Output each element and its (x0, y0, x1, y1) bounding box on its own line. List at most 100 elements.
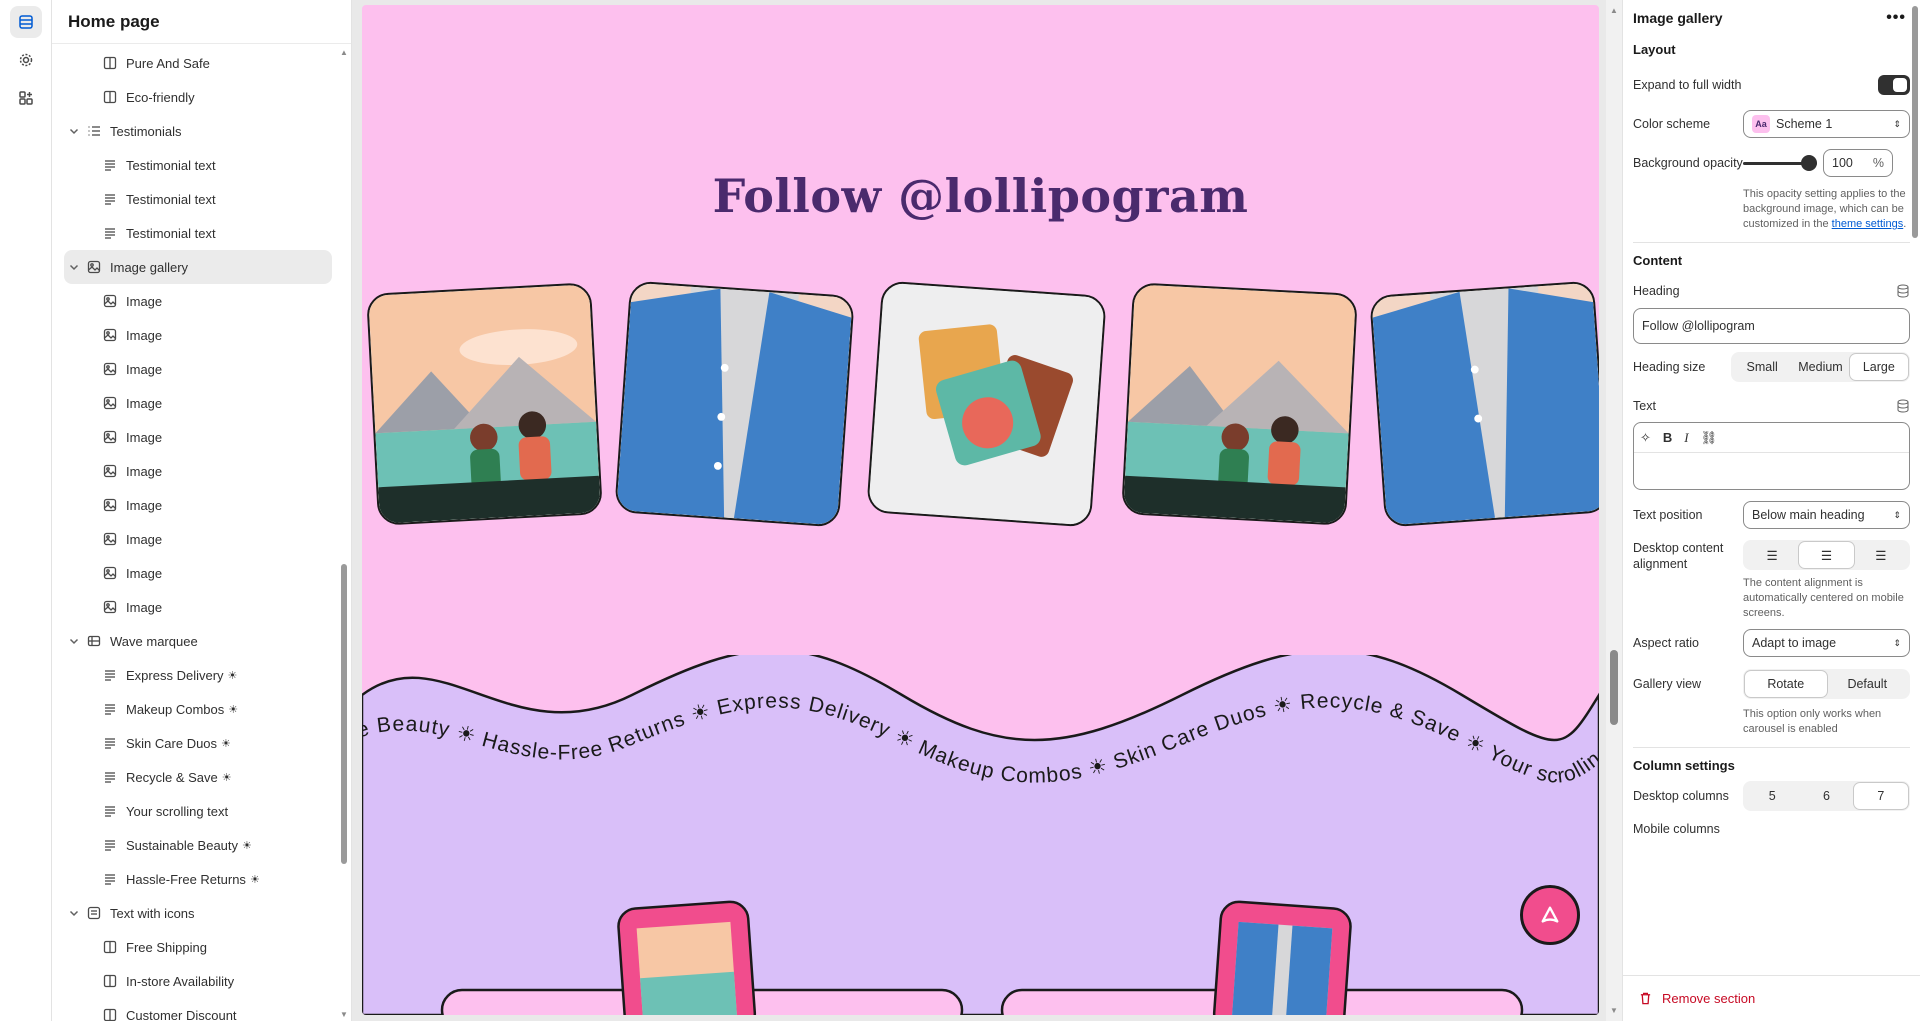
sidebar-block[interactable]: Image (52, 522, 340, 556)
alignment-help: The content alignment is automatically c… (1743, 577, 1904, 619)
gallery-image[interactable] (614, 280, 855, 528)
aspect-ratio-select[interactable]: Adapt to image ⇕ (1743, 629, 1910, 657)
sidebar-section[interactable]: Image gallery (64, 250, 332, 284)
text-icon (102, 191, 118, 207)
sidebar-block[interactable]: Testimonial text (52, 182, 340, 216)
theme-settings-link[interactable]: theme settings (1832, 218, 1904, 230)
sidebar-block[interactable]: Hassle-Free Returns ☀ (52, 862, 340, 896)
more-actions-icon[interactable]: ••• (1886, 9, 1906, 27)
preview-scroll-thumb[interactable] (1610, 650, 1618, 725)
sidebar-block[interactable]: Image (52, 420, 340, 454)
sidebar-block[interactable]: Image (52, 386, 340, 420)
text-icon (102, 803, 118, 819)
sidebar-block[interactable]: Skin Care Duos ☀ (52, 726, 340, 760)
sidebar-block[interactable]: Image (52, 556, 340, 590)
sidebar-scrollbar[interactable]: ▲ ▼ (339, 46, 349, 1021)
bg-opacity-input[interactable]: 100 % (1823, 149, 1893, 177)
image-icon (102, 429, 118, 445)
sidebar-section[interactable]: Text with icons (52, 896, 340, 930)
chevron-down-icon[interactable] (66, 905, 82, 921)
sidebar-item-label: Wave marquee (110, 633, 198, 649)
preview-canvas[interactable]: Follow @lollipogram Beauty ☀ Hassle-Free… (362, 5, 1599, 1015)
column-icon (102, 973, 118, 989)
gallery-view-option[interactable]: Default (1827, 671, 1909, 697)
gallery-image[interactable] (1121, 282, 1358, 526)
app-rail (0, 0, 52, 1021)
sidebar-section[interactable]: Wave marquee (52, 624, 340, 658)
slider-knob[interactable] (1801, 155, 1817, 171)
dynamic-source-icon[interactable] (1896, 284, 1910, 298)
sidebar-item-label: Image (126, 565, 163, 581)
sidebar-scroll-thumb[interactable] (341, 564, 347, 864)
desktop-columns-option[interactable]: 7 (1853, 783, 1908, 809)
sidebar-block[interactable]: Eco-friendly (52, 80, 340, 114)
preview-scrollbar[interactable]: ▲ ▼ (1606, 0, 1622, 1021)
back-to-top-button[interactable] (1520, 885, 1580, 945)
chevron-down-icon[interactable] (66, 259, 82, 275)
sidebar-block[interactable]: Pure And Safe (52, 46, 340, 80)
heading-size-segmented: Small Medium Large (1731, 352, 1910, 382)
text-position-select[interactable]: Below main heading ⇕ (1743, 501, 1910, 529)
color-scheme-select[interactable]: Aa Scheme 1 ⇕ (1743, 110, 1910, 138)
sidebar-block[interactable]: Free Shipping (52, 930, 340, 964)
sidebar-block[interactable]: Express Delivery ☀ (52, 658, 340, 692)
marquee-icon (86, 633, 102, 649)
align-right-icon[interactable]: ☰ (1854, 542, 1908, 568)
align-center-icon[interactable]: ☰ (1799, 542, 1854, 568)
scroll-up-arrow-icon[interactable]: ▲ (340, 48, 348, 57)
gallery-image[interactable] (366, 282, 603, 526)
sidebar-block[interactable]: Testimonial text (52, 148, 340, 182)
desktop-columns-option[interactable]: 6 (1799, 783, 1853, 809)
link-icon[interactable]: ⛓ (1701, 430, 1718, 446)
scroll-up-arrow-icon[interactable]: ▲ (1610, 6, 1618, 15)
sections-icon[interactable] (10, 6, 42, 38)
sparkle-icon: ☀ (221, 771, 232, 784)
gallery-view-help: This option only works when carousel is … (1743, 708, 1882, 735)
sidebar-block[interactable]: Image (52, 352, 340, 386)
bold-icon[interactable]: B (1663, 430, 1672, 445)
bg-opacity-slider[interactable] (1743, 154, 1817, 172)
sidebar-block[interactable]: Sustainable Beauty ☀ (52, 828, 340, 862)
sidebar-block[interactable]: Image (52, 284, 340, 318)
settings-scrollbar[interactable] (1910, 0, 1920, 980)
sidebar-section[interactable]: Testimonials (52, 114, 340, 148)
sidebar-block[interactable]: Makeup Combos ☀ (52, 692, 340, 726)
gallery-image[interactable] (866, 280, 1107, 528)
heading-size-option[interactable]: Medium (1791, 354, 1849, 380)
scroll-down-arrow-icon[interactable]: ▼ (340, 1010, 348, 1019)
dynamic-source-icon[interactable] (1896, 399, 1910, 413)
sidebar-block[interactable]: Image (52, 454, 340, 488)
chevron-down-icon[interactable] (66, 633, 82, 649)
text-editor[interactable]: ✧ B I ⛓ (1633, 422, 1910, 490)
sidebar-block[interactable]: Image (52, 488, 340, 522)
desktop-columns-option[interactable]: 5 (1745, 783, 1799, 809)
sparkle-icon: ☀ (249, 873, 260, 886)
sidebar-block[interactable]: Testimonial text (52, 216, 340, 250)
apps-icon[interactable] (10, 82, 42, 114)
gallery-heading[interactable]: Follow @lollipogram (362, 169, 1599, 223)
scroll-down-arrow-icon[interactable]: ▼ (1610, 1006, 1618, 1015)
wave-marquee[interactable]: ble Beauty ☀ Hassle-Free Returns ☀ Expre… (362, 655, 1599, 1015)
expand-toggle[interactable] (1878, 75, 1910, 95)
gallery-view-option[interactable]: Rotate (1745, 671, 1827, 697)
gear-icon[interactable] (10, 44, 42, 76)
align-left-icon[interactable]: ☰ (1745, 542, 1799, 568)
sidebar-block[interactable]: Your scrolling text (52, 794, 340, 828)
sidebar-block[interactable]: In-store Availability (52, 964, 340, 998)
chevron-down-icon[interactable] (66, 123, 82, 139)
sidebar-block[interactable]: Image (52, 590, 340, 624)
color-scheme-label: Color scheme (1633, 117, 1711, 131)
theme-preview: Follow @lollipogram Beauty ☀ Hassle-Free… (352, 0, 1622, 1021)
magic-icon[interactable]: ✧ (1640, 430, 1651, 446)
text-position-label: Text position (1633, 508, 1703, 522)
heading-size-option[interactable]: Large (1849, 354, 1908, 380)
heading-size-option[interactable]: Small (1733, 354, 1791, 380)
remove-section-button[interactable]: Remove section (1623, 975, 1920, 1021)
heading-input[interactable]: Follow @lollipogram (1633, 308, 1910, 344)
italic-icon[interactable]: I (1684, 430, 1688, 446)
gallery-image[interactable] (1369, 280, 1599, 528)
sidebar-block[interactable]: Image (52, 318, 340, 352)
sidebar-item-label: Pure And Safe (126, 55, 210, 71)
sidebar-block[interactable]: Customer Discount (52, 998, 340, 1021)
sidebar-block[interactable]: Recycle & Save ☀ (52, 760, 340, 794)
